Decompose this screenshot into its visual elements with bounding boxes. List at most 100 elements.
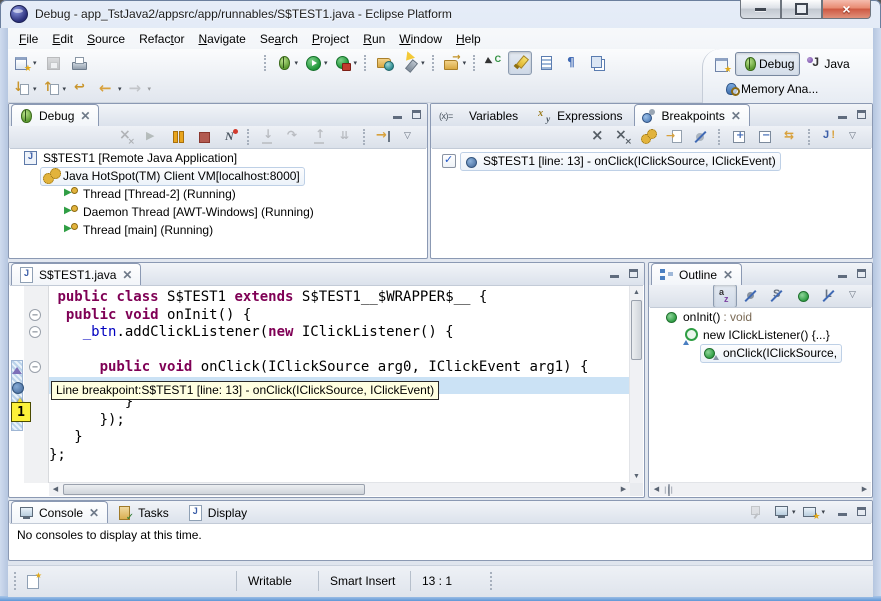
minimize-button[interactable] bbox=[740, 0, 781, 19]
fold-collapse-icon[interactable]: − bbox=[29, 326, 41, 338]
close-icon[interactable]: ✕ bbox=[731, 111, 741, 121]
maximize-view-button[interactable] bbox=[409, 108, 424, 121]
outline-item[interactable]: new IClickListener() {...} bbox=[650, 326, 871, 344]
show-declaration-button[interactable] bbox=[482, 51, 506, 75]
menu-project[interactable]: Project bbox=[305, 30, 356, 48]
close-icon[interactable]: ✕ bbox=[89, 508, 99, 518]
editor-horizontal-scrollbar[interactable]: ◀ ▶ bbox=[49, 482, 630, 496]
dropdown-arrow-icon[interactable]: ▾ bbox=[33, 59, 37, 67]
view-menu-button[interactable] bbox=[843, 284, 867, 308]
word-wrap-button[interactable] bbox=[586, 51, 610, 75]
debug-tree-item[interactable]: S$TEST1 [Remote Java Application] bbox=[10, 149, 426, 167]
view-menu-button[interactable] bbox=[398, 125, 422, 149]
show-whitespace-button[interactable] bbox=[560, 51, 584, 75]
drop-to-frame-button[interactable] bbox=[334, 125, 358, 149]
menu-file[interactable]: File bbox=[12, 30, 45, 48]
minimize-view-button[interactable] bbox=[835, 267, 850, 280]
show-supported-breakpoints-button[interactable] bbox=[689, 125, 713, 149]
outline-item[interactable]: onInit() : void bbox=[650, 308, 871, 326]
sort-alpha-button[interactable] bbox=[713, 284, 737, 308]
dropdown-arrow-icon[interactable]: ▾ bbox=[148, 85, 152, 93]
menu-refactor[interactable]: Refactor bbox=[132, 30, 191, 48]
outline-horizontal-scrollbar[interactable]: ◀ ▶ bbox=[650, 482, 871, 496]
terminate-button[interactable] bbox=[192, 125, 216, 149]
save-button[interactable] bbox=[41, 51, 65, 75]
step-filters-button[interactable] bbox=[372, 125, 396, 149]
tab-display[interactable]: Display bbox=[180, 501, 256, 523]
dropdown-arrow-icon[interactable]: ▾ bbox=[354, 59, 358, 67]
dropdown-arrow-icon[interactable]: ▾ bbox=[421, 59, 425, 67]
fold-collapse-icon[interactable]: − bbox=[29, 361, 41, 373]
next-annotation-button[interactable]: ▾ bbox=[11, 77, 39, 101]
view-menu-button[interactable] bbox=[843, 125, 867, 149]
expand-all-button[interactable] bbox=[727, 125, 751, 149]
dropdown-arrow-icon[interactable]: ▾ bbox=[792, 508, 796, 516]
dropdown-arrow-icon[interactable]: ▾ bbox=[463, 59, 467, 67]
hide-static-button[interactable] bbox=[765, 284, 789, 308]
debug-tree-item[interactable]: Java HotSpot(TM) Client VM[localhost:800… bbox=[10, 167, 426, 185]
remove-all-breakpoints-button[interactable] bbox=[611, 125, 635, 149]
last-edit-location-button[interactable] bbox=[70, 77, 94, 101]
menu-edit[interactable]: Edit bbox=[45, 30, 80, 48]
close-icon[interactable]: ✕ bbox=[80, 111, 90, 121]
menu-source[interactable]: Source bbox=[80, 30, 132, 48]
maximize-view-button[interactable] bbox=[854, 505, 869, 518]
step-over-button[interactable] bbox=[282, 125, 306, 149]
dropdown-arrow-icon[interactable]: ▾ bbox=[295, 59, 299, 67]
menu-help[interactable]: Help bbox=[449, 30, 488, 48]
open-type-button[interactable] bbox=[373, 51, 397, 75]
dropdown-arrow-icon[interactable]: ▾ bbox=[33, 85, 37, 93]
minimize-view-button[interactable] bbox=[835, 505, 850, 518]
scrollbar-thumb[interactable] bbox=[668, 484, 670, 496]
tab-debug[interactable]: Debug ✕ bbox=[11, 104, 99, 126]
dropdown-arrow-icon[interactable]: ▾ bbox=[118, 85, 122, 93]
debug-tree-item[interactable]: Thread [main] (Running) bbox=[10, 221, 426, 239]
tab-tasks[interactable]: Tasks bbox=[110, 501, 178, 523]
scroll-up-icon[interactable]: ▲ bbox=[630, 286, 643, 299]
dropdown-arrow-icon[interactable]: ▾ bbox=[324, 59, 328, 67]
tab-variables[interactable]: Variables bbox=[433, 104, 527, 126]
menu-run[interactable]: Run bbox=[356, 30, 392, 48]
close-button[interactable]: × bbox=[822, 0, 871, 19]
go-to-file-button[interactable] bbox=[663, 125, 687, 149]
scroll-left-icon[interactable]: ◀ bbox=[650, 483, 663, 496]
collapse-all-button[interactable] bbox=[753, 125, 777, 149]
suspend-button[interactable] bbox=[166, 125, 190, 149]
perspective-java-button[interactable]: Java bbox=[800, 52, 855, 76]
skip-all-breakpoints-button[interactable] bbox=[637, 125, 661, 149]
tab-console[interactable]: Console✕ bbox=[11, 501, 108, 523]
new-wizard-button[interactable]: ▾ bbox=[11, 51, 39, 75]
step-into-button[interactable] bbox=[256, 125, 280, 149]
scroll-right-icon[interactable]: ▶ bbox=[858, 483, 871, 496]
scroll-left-icon[interactable]: ◀ bbox=[49, 483, 62, 496]
maximize-view-button[interactable] bbox=[626, 267, 641, 280]
link-with-debug-button[interactable] bbox=[779, 125, 803, 149]
display-selected-console-button[interactable]: ▾ bbox=[770, 500, 798, 524]
resume-button[interactable] bbox=[140, 125, 164, 149]
fast-view-icon[interactable] bbox=[24, 572, 42, 590]
show-selected-only-button[interactable] bbox=[534, 51, 558, 75]
mark-occurrences-button[interactable] bbox=[508, 51, 532, 75]
tab-outline[interactable]: Outline ✕ bbox=[651, 263, 742, 285]
back-button[interactable]: ▾ bbox=[96, 77, 124, 101]
fold-collapse-icon[interactable]: − bbox=[29, 309, 41, 321]
annotation-ruler[interactable] bbox=[10, 286, 24, 483]
tab-editor-sstest1-java[interactable]: S$TEST1.java ✕ bbox=[11, 263, 141, 285]
minimize-view-button[interactable] bbox=[835, 108, 850, 121]
open-console-button[interactable]: ▾ bbox=[799, 500, 827, 524]
open-perspective-button[interactable] bbox=[710, 52, 734, 76]
debug-launch-button[interactable]: ▾ bbox=[273, 51, 301, 75]
tab-expressions[interactable]: Expressions bbox=[529, 104, 631, 126]
external-tools-button[interactable]: ▾ bbox=[332, 51, 360, 75]
outline-item[interactable]: onClick(IClickSource, bbox=[650, 344, 871, 362]
title-bar[interactable]: Debug - app_TstJava2/appsrc/app/runnable… bbox=[0, 0, 881, 28]
perspective-debug-button[interactable]: Debug bbox=[735, 52, 800, 76]
perspective-memory-analyzer-button[interactable]: Memory Ana... bbox=[717, 77, 824, 101]
maximize-view-button[interactable] bbox=[854, 108, 869, 121]
close-icon[interactable]: ✕ bbox=[122, 270, 132, 280]
hide-non-public-button[interactable] bbox=[791, 284, 815, 308]
menu-window[interactable]: Window bbox=[392, 30, 449, 48]
disconnect-button[interactable] bbox=[218, 125, 242, 149]
minimize-view-button[interactable] bbox=[390, 108, 405, 121]
close-icon[interactable]: ✕ bbox=[723, 270, 733, 280]
